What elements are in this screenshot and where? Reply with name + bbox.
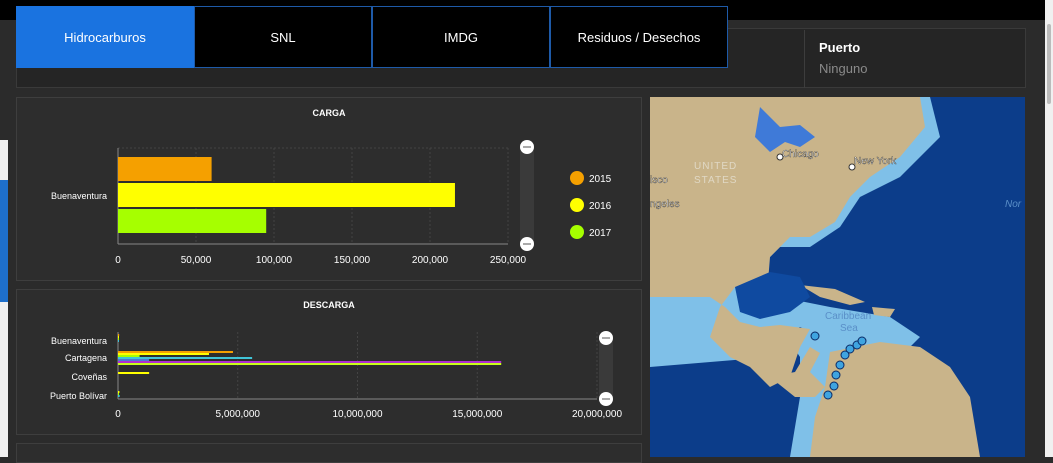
y-category-label: Coveñas [71, 372, 107, 382]
tab-residuos[interactable]: Residuos / Desechos [550, 6, 728, 68]
bar [118, 355, 140, 357]
x-tick-label: 150,000 [334, 255, 371, 266]
puerto-value: Ninguno [819, 61, 868, 76]
x-tick-label: 200,000 [412, 255, 449, 266]
y-category-label: Buenaventura [51, 336, 107, 346]
scrollbar[interactable] [1045, 0, 1053, 457]
side-indicator [0, 180, 8, 302]
bar [118, 393, 119, 395]
legend-swatch-2016 [570, 198, 584, 212]
zoom-track [520, 146, 534, 246]
carga-panel: CARGA 0 50,000 100,000 150,000 200,000 250,00… [16, 97, 642, 281]
puerto-filter[interactable]: Puerto Ninguno [804, 30, 1026, 88]
bar [118, 363, 502, 365]
third-panel [16, 443, 642, 463]
y-category-label: Puerto Bolívar [50, 391, 107, 401]
x-tick-label: 10,000,000 [332, 409, 382, 420]
bar [118, 359, 150, 361]
map-label-sf: isco [650, 175, 668, 186]
map-label-newyork: New York [854, 156, 897, 167]
map-label-la: ngeles [650, 199, 679, 210]
tab-hidrocarburos[interactable]: Hidrocarburos [16, 6, 194, 68]
map-label-chicago: Chicago [782, 149, 819, 160]
legend-swatch-2017 [570, 225, 584, 239]
x-tick-label: 15,000,000 [452, 409, 502, 420]
map[interactable]: UNITED STATES Chicago New York isco ngel… [650, 97, 1025, 457]
bar-2016 [118, 183, 455, 207]
bar [118, 395, 120, 397]
tab-snl[interactable]: SNL [194, 6, 372, 68]
bar [118, 353, 210, 355]
x-tick-label: 100,000 [256, 255, 293, 266]
x-tick-label: 0 [115, 255, 121, 266]
bar [118, 361, 502, 363]
legend-label-2016: 2016 [589, 201, 612, 212]
bar [118, 357, 253, 359]
bar [118, 391, 120, 393]
x-tick-label: 250,000 [490, 255, 527, 266]
descarga-panel: DESCARGA 0 5,000,000 10,000,000 15,000,000 2… [16, 289, 642, 435]
map-label-north: Nor [1005, 199, 1022, 210]
tab-imdg[interactable]: IMDG [372, 6, 550, 68]
carga-chart: 0 50,000 100,000 150,000 200,000 250,000 Buena… [51, 140, 612, 266]
bar [118, 334, 120, 336]
legend-swatch-2015 [570, 171, 584, 185]
y-category-label: Buenaventura [51, 191, 107, 201]
bar [118, 338, 119, 340]
left-edge [0, 20, 8, 457]
map-label-caribbean: Caribbean [825, 311, 871, 322]
x-tick-label: 5,000,000 [216, 409, 261, 420]
x-tick-label: 20,000,000 [572, 409, 622, 420]
map-label-us-1: UNITED [694, 161, 737, 172]
legend-label-2015: 2015 [589, 174, 612, 185]
bar-2015 [118, 157, 212, 181]
legend-label-2017: 2017 [589, 228, 612, 239]
descarga-chart: 0 5,000,000 10,000,000 15,000,000 20,000,000… [50, 331, 622, 420]
zoom-track [599, 338, 613, 400]
bar [118, 372, 150, 374]
y-category-label: Cartagena [65, 353, 107, 363]
map-canvas[interactable]: UNITED STATES Chicago New York isco ngel… [650, 97, 1025, 457]
bar [118, 336, 119, 338]
bar [118, 340, 119, 342]
puerto-label: Puerto [819, 40, 861, 55]
map-label-us-2: STATES [694, 175, 737, 186]
map-label-sea: Sea [840, 323, 858, 334]
bar [118, 351, 233, 353]
bar-2017 [118, 209, 267, 233]
scrollbar-thumb[interactable] [1047, 24, 1051, 104]
category-tabs: Hidrocarburos SNL IMDG Residuos / Desech… [16, 6, 728, 68]
x-tick-label: 50,000 [181, 255, 212, 266]
x-tick-label: 0 [115, 409, 121, 420]
